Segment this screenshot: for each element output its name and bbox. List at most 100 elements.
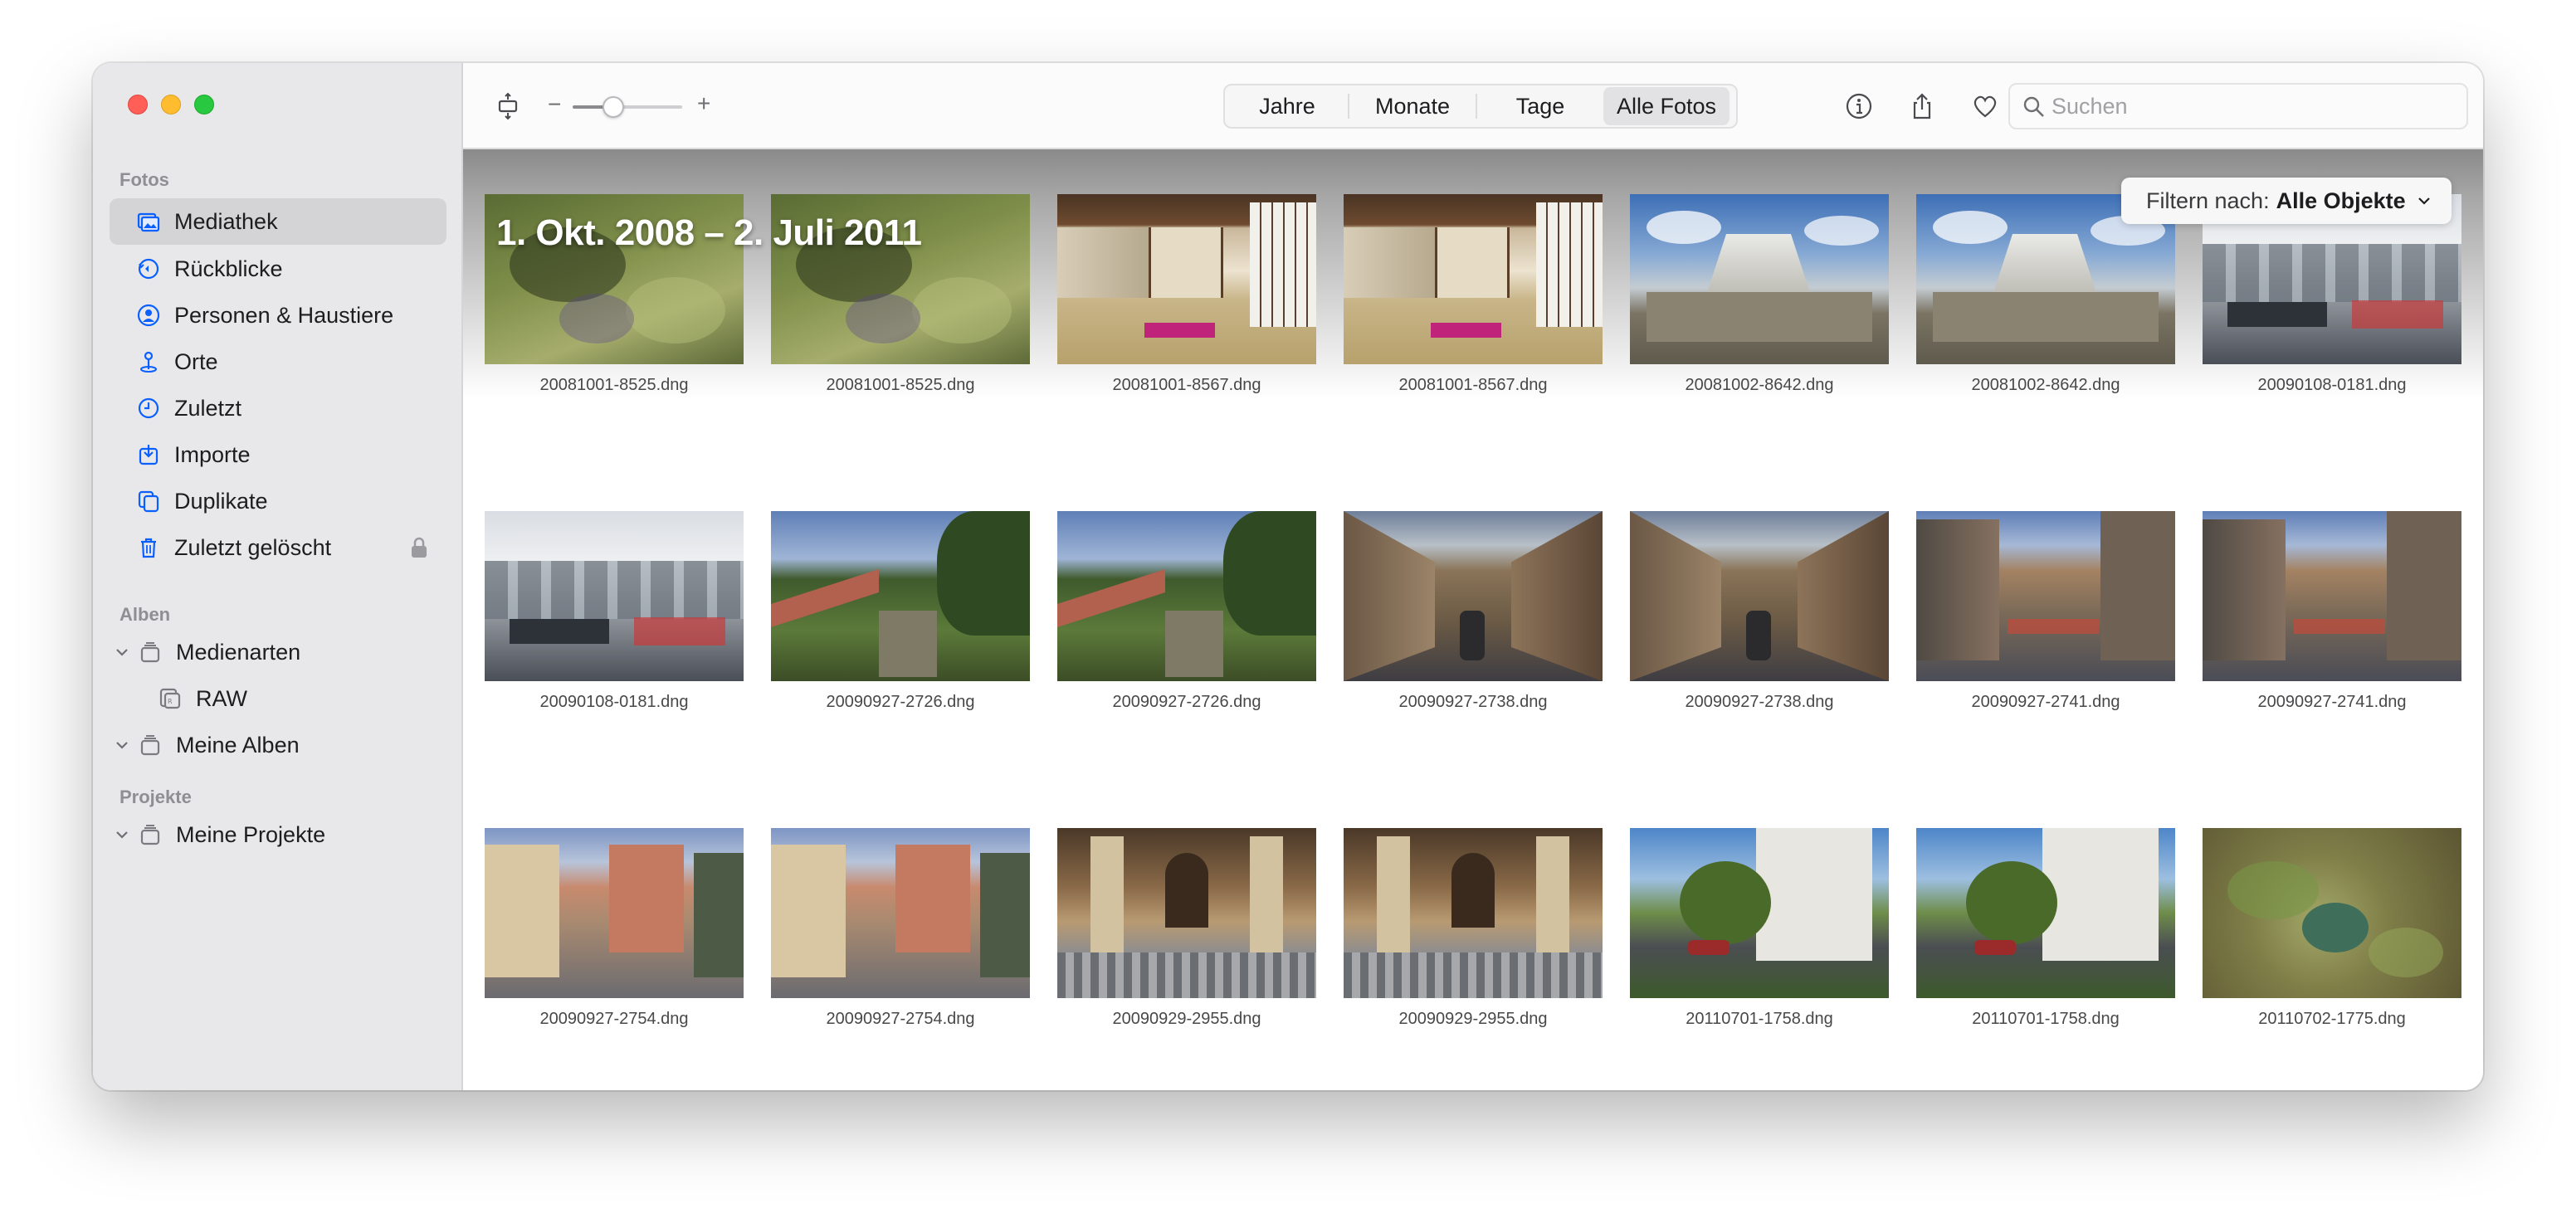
photo-filename: 20081001-8525.dng: [539, 376, 689, 394]
folder-stack-icon: [136, 821, 164, 849]
photo-filename: 20110701-1758.dng: [1686, 1010, 1833, 1028]
photo-filename: 20090929-2955.dng: [1398, 1010, 1548, 1028]
thumbnail-detail: [1250, 202, 1316, 327]
photo-item[interactable]: 20110701-1758.dng: [1630, 828, 1889, 1029]
tab-alle-fotos[interactable]: Alle Fotos: [1603, 87, 1730, 125]
photo-item[interactable]: 20081002-8642.dng: [1916, 194, 2175, 395]
photo-thumbnail[interactable]: [1057, 194, 1316, 364]
sidebar-item-orte[interactable]: Orte: [110, 339, 446, 385]
photo-item[interactable]: 20110701-1758.dng: [1916, 828, 2175, 1029]
tab-tage[interactable]: Tage: [1477, 87, 1603, 125]
heart-icon[interactable]: [1967, 88, 2003, 124]
photo-item[interactable]: 20081001-8567.dng: [1057, 194, 1316, 395]
photo-item[interactable]: 20090108-0181.dng: [485, 511, 744, 712]
sidebar-section-fotos: Fotos: [120, 169, 169, 190]
photo-item[interactable]: 20090927-2738.dng: [1344, 511, 1603, 712]
zoom-out-button[interactable]: −: [548, 91, 561, 118]
aspect-ratio-toggle-icon[interactable]: [490, 88, 526, 124]
close-window-button[interactable]: [128, 95, 148, 114]
photo-thumbnail[interactable]: [2203, 828, 2461, 998]
photo-thumbnail[interactable]: [485, 828, 744, 998]
thumbnail-detail: [1377, 836, 1410, 961]
share-icon[interactable]: [1904, 88, 1940, 124]
photo-filename: 20090927-2726.dng: [1112, 693, 1261, 711]
thumbnail-detail: [1804, 216, 1879, 246]
sidebar-item-meine-projekte[interactable]: Meine Projekte: [110, 811, 446, 858]
photo-item[interactable]: 20081002-8642.dng: [1630, 194, 1889, 395]
info-icon[interactable]: [1841, 88, 1877, 124]
photo-thumbnail[interactable]: [1916, 828, 2175, 998]
photo-thumbnail[interactable]: [2203, 511, 2461, 681]
photo-thumbnail[interactable]: [1057, 828, 1316, 998]
photo-thumbnail[interactable]: [1630, 194, 1889, 364]
sidebar-item-mediathek[interactable]: Mediathek: [110, 198, 446, 245]
thumbnail-detail: [1057, 227, 1149, 298]
trash-icon: [134, 533, 163, 562]
chevron-down-icon[interactable]: [113, 738, 131, 753]
zoom-window-button[interactable]: [194, 95, 214, 114]
photo-filename: 20081002-8642.dng: [1971, 376, 2120, 394]
thumbnail-detail: [1511, 511, 1603, 681]
thumbnail-detail: [2203, 519, 2286, 660]
tab-jahre[interactable]: Jahre: [1227, 87, 1348, 125]
chevron-down-icon[interactable]: [113, 827, 131, 842]
photos-window: Fotos Mediathek Rückblicke Personen & Ha…: [93, 63, 2483, 1090]
photo-filename: 20081001-8567.dng: [1112, 376, 1261, 394]
photo-thumbnail[interactable]: [1057, 511, 1316, 681]
sidebar-item-label: Orte: [174, 348, 218, 374]
photo-item[interactable]: 20090927-2741.dng: [1916, 511, 2175, 712]
thumbnail-detail: [2369, 928, 2443, 977]
search-field[interactable]: [2008, 83, 2468, 129]
photo-thumbnail[interactable]: [771, 511, 1030, 681]
thumbnail-detail: [485, 561, 744, 619]
sidebar-item-rueckblicke[interactable]: Rückblicke: [110, 246, 446, 292]
search-icon: [2023, 96, 2044, 117]
photo-thumbnail[interactable]: [1916, 511, 2175, 681]
sidebar-item-medienarten[interactable]: Medienarten: [110, 629, 446, 675]
thumbnail-detail: [2227, 861, 2319, 919]
sidebar-item-importe[interactable]: Importe: [110, 431, 446, 478]
search-input[interactable]: [2052, 93, 2450, 119]
photo-item[interactable]: 20090927-2754.dng: [771, 828, 1030, 1029]
sidebar-item-meine-alben[interactable]: Meine Alben: [110, 722, 446, 768]
photo-thumbnail[interactable]: [1630, 828, 1889, 998]
photo-item[interactable]: 20090927-2738.dng: [1630, 511, 1889, 712]
photo-item[interactable]: 20081001-8567.dng: [1344, 194, 1603, 395]
thumbnail-detail: [1165, 611, 1223, 677]
sidebar-item-zuletzt[interactable]: Zuletzt: [110, 385, 446, 431]
thumbnail-detail: [559, 294, 634, 343]
photo-thumbnail[interactable]: [1344, 828, 1603, 998]
zoom-in-button[interactable]: +: [697, 90, 710, 117]
thumbnail-detail: [1916, 519, 1999, 660]
photo-thumbnail[interactable]: [1344, 511, 1603, 681]
filter-button[interactable]: Filtern nach: Alle Objekte: [2121, 178, 2452, 224]
zoom-slider[interactable]: [573, 96, 682, 118]
photo-item[interactable]: 20090929-2955.dng: [1344, 828, 1603, 1029]
thumbnail-detail: [1746, 611, 1771, 660]
sidebar-item-raw[interactable]: R RAW: [110, 675, 446, 722]
sidebar-item-duplikate[interactable]: Duplikate: [110, 478, 446, 524]
photo-thumbnail[interactable]: [771, 828, 1030, 998]
sidebar-item-zuletzt-geloescht[interactable]: Zuletzt gelöscht: [110, 524, 446, 571]
zoom-slider-knob[interactable]: [603, 96, 624, 118]
photo-item[interactable]: 20090927-2741.dng: [2203, 511, 2461, 712]
chevron-down-icon[interactable]: [113, 645, 131, 660]
thumbnail-detail: [1680, 861, 1771, 944]
photo-item[interactable]: 20110702-1775.dng: [2203, 828, 2461, 1029]
thumbnail-detail: [879, 611, 937, 677]
minimize-window-button[interactable]: [161, 95, 181, 114]
photo-item[interactable]: 20090927-2726.dng: [1057, 511, 1316, 712]
sidebar-item-label: Duplikate: [174, 488, 268, 514]
photo-thumbnail[interactable]: [1630, 511, 1889, 681]
filter-value: Alle Objekte: [2276, 188, 2406, 213]
photo-item[interactable]: 20090108-0181.dng: [2203, 194, 2461, 395]
sidebar-item-personen[interactable]: Personen & Haustiere: [110, 292, 446, 339]
photo-thumbnail[interactable]: [485, 511, 744, 681]
photo-thumbnail[interactable]: [1344, 194, 1603, 364]
sidebar-item-label: Meine Alben: [176, 732, 300, 758]
tab-monate[interactable]: Monate: [1349, 87, 1476, 125]
photo-item[interactable]: 20090927-2726.dng: [771, 511, 1030, 712]
photo-item[interactable]: 20090929-2955.dng: [1057, 828, 1316, 1029]
thumbnail-detail: [1647, 292, 1872, 342]
photo-item[interactable]: 20090927-2754.dng: [485, 828, 744, 1029]
